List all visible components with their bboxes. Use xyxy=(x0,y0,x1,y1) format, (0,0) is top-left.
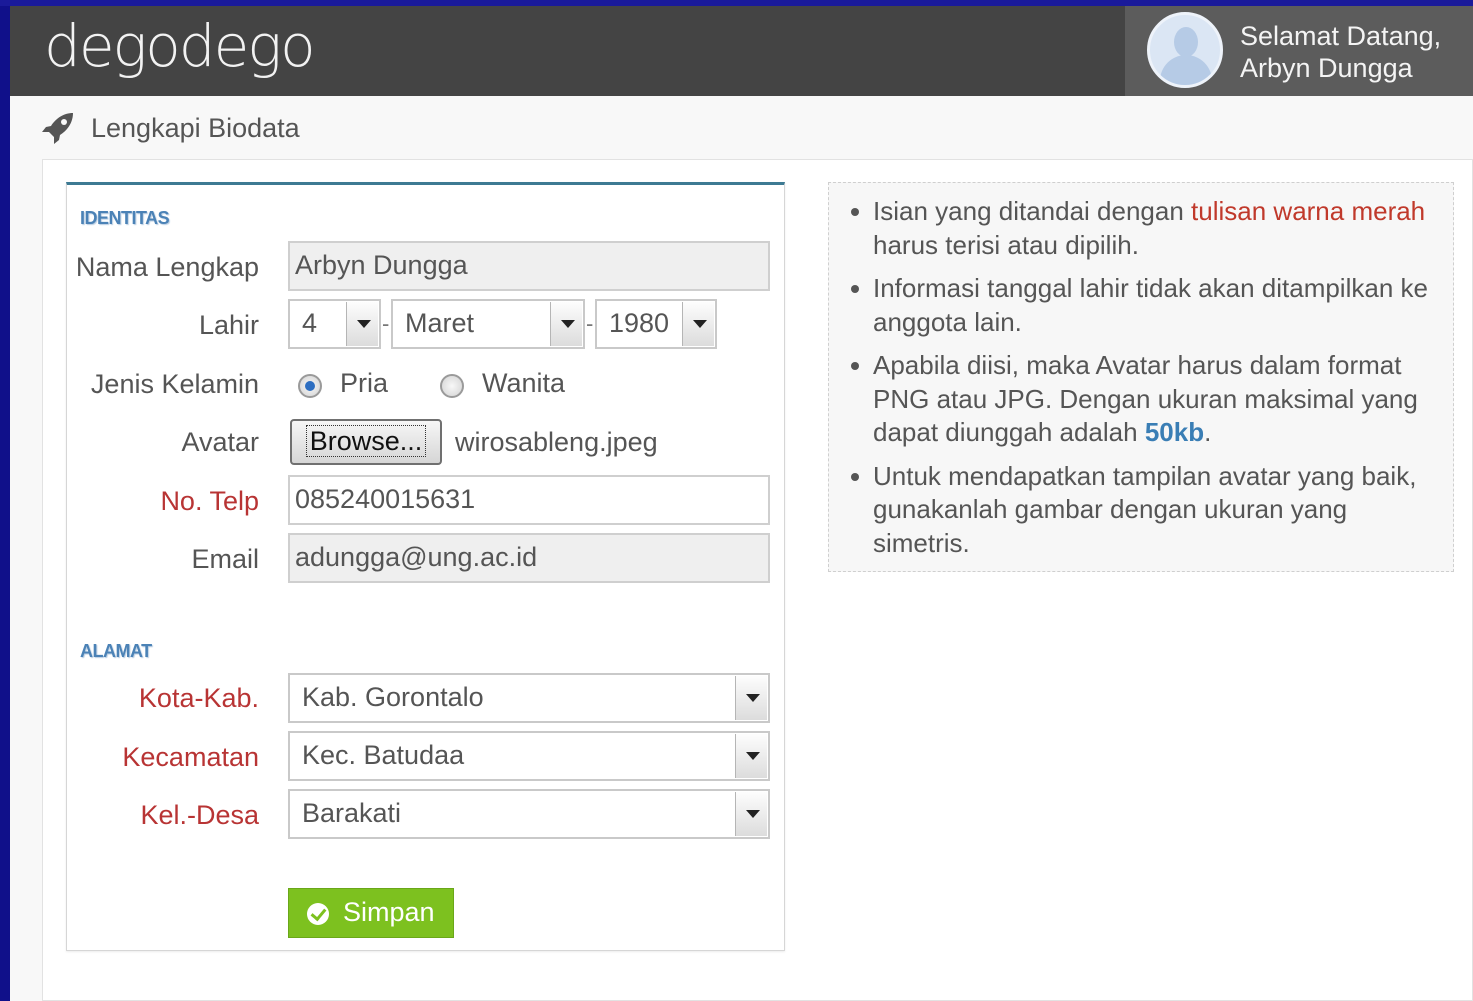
chevron-down-icon[interactable] xyxy=(735,734,767,778)
chevron-down-icon[interactable] xyxy=(346,302,378,346)
village-label: Kel.-Desa xyxy=(140,800,259,830)
avatar-body-shape xyxy=(1160,55,1212,85)
info-item-birthdate: Informasi tanggal lahir tidak akan ditam… xyxy=(847,272,1437,339)
app-logo[interactable]: degodego xyxy=(44,12,316,80)
welcome-username: Arbyn Dungga xyxy=(1240,53,1413,83)
avatar-label: Avatar xyxy=(181,427,259,457)
city-label: Kota-Kab. xyxy=(138,683,259,713)
city-select[interactable]: Kab. Gorontalo xyxy=(288,673,770,723)
page-title: Lengkapi Biodata xyxy=(91,113,300,143)
welcome-greeting: Selamat Datang, xyxy=(1240,21,1442,51)
email-input[interactable]: adungga@ung.ac.id xyxy=(288,533,770,583)
info-item-avatar-tip: Untuk mendapatkan tampilan avatar yang b… xyxy=(847,460,1437,561)
name-input[interactable]: Arbyn Dungga xyxy=(288,241,770,291)
city-value: Kab. Gorontalo xyxy=(302,682,484,712)
user-avatar[interactable] xyxy=(1147,12,1223,88)
content-panel: IDENTITAS Nama Lengkap Arbyn Dungga Lahi… xyxy=(42,159,1473,1001)
info-text: harus terisi atau dipilih. xyxy=(873,229,1139,260)
village-value: Barakati xyxy=(302,798,402,828)
gender-radio-pria[interactable] xyxy=(298,374,322,398)
info-text: Isian yang ditandai dengan xyxy=(873,196,1192,226)
birth-label: Lahir xyxy=(198,310,259,340)
chevron-down-icon[interactable] xyxy=(735,792,767,836)
birth-month-select[interactable]: Maret xyxy=(391,299,585,349)
date-separator: - xyxy=(382,311,390,336)
gender-radio-wanita[interactable] xyxy=(440,374,464,398)
district-value: Kec. Batudaa xyxy=(302,740,465,770)
user-menu[interactable]: Selamat Datang, Arbyn Dungga xyxy=(1125,6,1473,96)
info-item-required: Isian yang ditandai dengan tulisan warna… xyxy=(847,195,1437,262)
welcome-text: Selamat Datang, Arbyn Dungga xyxy=(1240,20,1441,84)
biodata-form: IDENTITAS Nama Lengkap Arbyn Dungga Lahi… xyxy=(66,182,785,951)
birth-year-value: 1980 xyxy=(609,308,670,338)
gender-option-pria[interactable]: Pria xyxy=(340,368,388,399)
chevron-down-icon[interactable] xyxy=(550,302,582,346)
phone-label: No. Telp xyxy=(160,486,259,516)
chevron-down-icon[interactable] xyxy=(682,302,714,346)
browse-button-label: Browse... xyxy=(305,425,427,457)
district-select[interactable]: Kec. Batudaa xyxy=(288,731,770,781)
avatar-head-shape xyxy=(1174,27,1198,57)
info-text: Untuk mendapatkan tampilan avatar yang b… xyxy=(873,460,1417,558)
birth-day-select[interactable]: 4 xyxy=(288,299,381,349)
save-button[interactable]: Simpan xyxy=(288,888,454,938)
birth-day-value: 4 xyxy=(302,308,318,338)
app-header: degodego Selamat Datang, Arbyn Dungga xyxy=(10,6,1473,96)
rocket-icon xyxy=(42,113,73,144)
phone-input[interactable]: 085240015631 xyxy=(288,475,770,525)
check-circle-icon xyxy=(307,903,329,925)
gender-option-wanita[interactable]: Wanita xyxy=(482,368,565,399)
chevron-down-icon[interactable] xyxy=(735,676,767,720)
section-title-identity: IDENTITAS xyxy=(80,208,170,228)
info-list: Isian yang ditandai dengan tulisan warna… xyxy=(829,183,1453,560)
save-button-label: Simpan xyxy=(343,897,435,927)
info-highlight-size: 50kb xyxy=(1144,417,1205,447)
district-label: Kecamatan xyxy=(122,742,259,772)
browse-button[interactable]: Browse... xyxy=(290,419,442,465)
section-title-address: ALAMAT xyxy=(80,641,152,661)
gender-label: Jenis Kelamin xyxy=(90,369,259,399)
app-frame: degodego Selamat Datang, Arbyn Dungga Le… xyxy=(10,6,1473,1001)
birth-month-value: Maret xyxy=(405,308,475,338)
village-select[interactable]: Barakati xyxy=(288,789,770,839)
email-label: Email xyxy=(191,544,259,574)
name-label: Nama Lengkap xyxy=(75,252,259,282)
info-highlight-red: tulisan warna merah xyxy=(1191,196,1426,226)
info-item-avatar-format: Apabila diisi, maka Avatar harus dalam f… xyxy=(847,349,1437,450)
info-text: Informasi tanggal lahir tidak akan ditam… xyxy=(873,273,1428,337)
avatar-filename: wirosableng.jpeg xyxy=(455,427,658,457)
date-separator: - xyxy=(586,311,594,336)
info-text: . xyxy=(1204,417,1212,447)
birth-year-select[interactable]: 1980 xyxy=(595,299,717,349)
info-box: Isian yang ditandai dengan tulisan warna… xyxy=(828,182,1454,572)
